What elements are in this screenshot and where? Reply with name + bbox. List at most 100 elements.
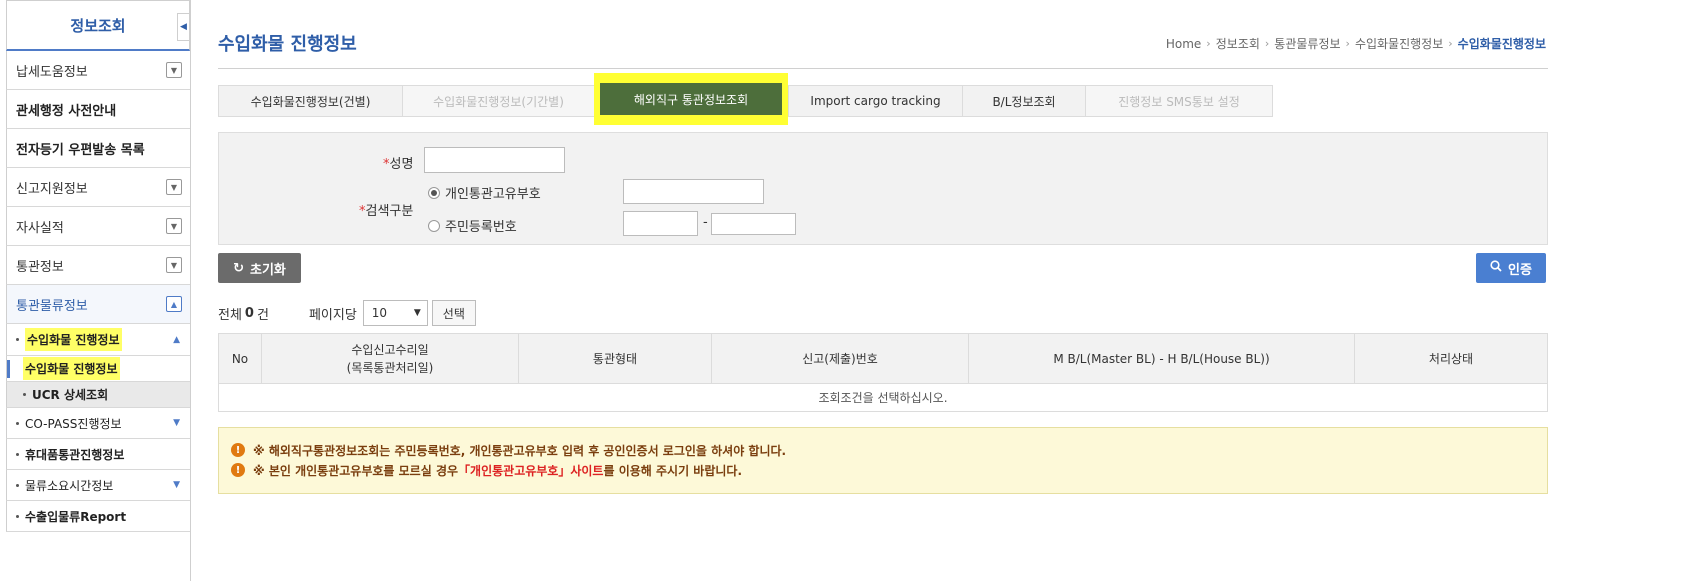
tab-label: 수입화물진행정보(기간별) <box>433 94 564 109</box>
col-declaration-no: 신고(제출)번호 <box>711 333 969 384</box>
chevron-up-icon[interactable]: ▲ <box>166 296 182 312</box>
breadcrumb-item[interactable]: 통관물류정보 <box>1274 35 1340 52</box>
bullet-icon <box>16 338 19 341</box>
sidebar-item-customs-guide[interactable]: 관세행정 사전안내 <box>6 90 190 129</box>
radio-unchecked-icon[interactable] <box>428 219 440 232</box>
notice-text: 를 이용해 주시기 바랍니다. <box>603 463 743 478</box>
sidebar-sub-report[interactable]: 수출입물류Report <box>6 501 190 532</box>
breadcrumb-item[interactable]: 수입화물진행정보 <box>1355 35 1443 52</box>
sidebar-item-logistics-info[interactable]: 통관물류정보 ▲ <box>6 285 190 324</box>
radio-label: 주민등록번호 <box>445 220 517 235</box>
per-page-value: 10 <box>371 306 388 320</box>
auth-button[interactable]: 인증 <box>1476 253 1546 283</box>
sidebar-item-tax-help[interactable]: 납세도움정보 ▼ <box>6 51 190 90</box>
sidebar-sub-logistics-time[interactable]: 물류소요시간정보 ▼ <box>6 470 190 501</box>
col-status: 처리상태 <box>1354 333 1548 384</box>
chevron-down-icon[interactable]: ▼ <box>166 179 182 195</box>
sidebar-sub-label: 수입화물 진행정보 <box>25 328 122 351</box>
breadcrumb-home[interactable]: Home <box>1166 37 1201 51</box>
sidebar-item-label: 통관물류정보 <box>16 298 88 314</box>
sidebar-sub-label: 수출입물류Report <box>25 509 127 524</box>
reset-button[interactable]: ↻ 초기화 <box>218 253 301 283</box>
reset-button-label: 초기화 <box>250 262 286 278</box>
chevron-down-icon[interactable]: ▼ <box>166 62 182 78</box>
chevron-right-icon: › <box>1448 37 1453 50</box>
sidebar-item-registered-mail[interactable]: 전자등기 우편발송 목록 <box>6 129 190 168</box>
result-table: No 수입신고수리일 (목록통관처리일) 통관형태 신고(제출)번호 M B/L… <box>218 333 1548 412</box>
radio-checked-icon[interactable] <box>428 186 440 199</box>
name-input[interactable] <box>424 147 565 173</box>
bullet-icon <box>23 393 26 396</box>
notice-line-1: ! ※ 해외직구통관정보조회는 주민등록번호, 개인통관고유부호 입력 후 공인… <box>231 440 1535 460</box>
tab-sms-settings[interactable]: 진행정보 SMS통보 설정 <box>1085 85 1273 117</box>
auth-button-label: 인증 <box>1508 262 1532 278</box>
breadcrumb-item[interactable]: 정보조회 <box>1216 35 1260 52</box>
exclamation-icon: ! <box>231 443 245 457</box>
sidebar-sub-label: 물류소요시간정보 <box>25 478 114 493</box>
radio-resident-no[interactable]: 주민등록번호 <box>428 216 517 235</box>
caret-up-icon: ▲ <box>173 334 180 345</box>
search-form: *성명 *검색구분 개인통관고유부호 주민등록번호 - <box>218 132 1548 245</box>
sidebar-item-label: 통관정보 <box>16 259 64 275</box>
resident-no-dash: - <box>703 215 708 230</box>
name-label-text: 성명 <box>389 157 414 172</box>
chevron-right-icon: › <box>1264 37 1270 50</box>
tab-label: 해외직구 통관정보조회 <box>633 92 749 107</box>
sidebar-title: 정보조회 ◀ <box>6 0 190 51</box>
tab-bl-info[interactable]: B/L정보조회 <box>962 85 1085 117</box>
sidebar-subsub-ucr[interactable]: UCR 상세조회 <box>6 382 190 408</box>
exclamation-icon: ! <box>231 463 245 477</box>
radio-label: 개인통관고유부호 <box>445 187 541 202</box>
collapse-icon[interactable]: ◀ <box>177 13 189 41</box>
col-clearance-type: 통관형태 <box>518 333 712 384</box>
sidebar-item-customs-info[interactable]: 통관정보 ▼ <box>6 246 190 285</box>
customs-id-input[interactable] <box>623 179 764 204</box>
col-bl: M B/L(Master BL) - H B/L(House BL)) <box>968 333 1355 384</box>
per-page-select[interactable]: 10 ▼ <box>362 300 428 326</box>
list-bar: 전체 0 건 페이지당 10 ▼ 선택 <box>218 300 476 326</box>
sidebar-subsub-import-cargo-active[interactable]: 수입화물 진행정보 <box>6 356 190 382</box>
tab-bar: 수입화물진행정보(건별) 수입화물진행정보(기간별) 해외직구 통관정보조회 I… <box>218 73 1273 125</box>
sidebar-sub-copass[interactable]: CO-PASS진행정보 ▼ <box>6 408 190 439</box>
tab-import-cargo-by-period[interactable]: 수입화물진행정보(기간별) <box>402 85 594 117</box>
select-button[interactable]: 선택 <box>431 300 476 326</box>
tab-label: 수입화물진행정보(건별) <box>250 94 371 109</box>
tab-import-cargo-tracking[interactable]: Import cargo tracking <box>788 85 962 117</box>
table-header-row: No 수입신고수리일 (목록통관처리일) 통관형태 신고(제출)번호 M B/L… <box>218 333 1548 384</box>
sidebar-sub-label: CO-PASS진행정보 <box>25 416 122 431</box>
search-type-label-text: 검색구분 <box>365 204 414 219</box>
resident-no-front-input[interactable] <box>623 211 698 236</box>
notice-box: ! ※ 해외직구통관정보조회는 주민등록번호, 개인통관고유부호 입력 후 공인… <box>218 427 1548 494</box>
total-count: 0 <box>244 305 254 321</box>
sidebar-item-label: 자사실적 <box>16 220 64 236</box>
tab-label: B/L정보조회 <box>992 94 1056 109</box>
chevron-down-icon[interactable]: ▼ <box>166 218 182 234</box>
sidebar-sub-carry-on[interactable]: 휴대품통관진행정보 <box>6 439 190 470</box>
chevron-down-icon[interactable]: ▼ <box>166 257 182 273</box>
sidebar-item-declaration-support[interactable]: 신고지원정보 ▼ <box>6 168 190 207</box>
total-prefix: 전체 <box>218 307 242 323</box>
tab-overseas-direct-purchase[interactable]: 해외직구 통관정보조회 <box>594 73 788 125</box>
sidebar-item-label: 납세도움정보 <box>16 64 88 80</box>
chevron-right-icon: › <box>1345 37 1350 50</box>
col-accept-date-line1: 수입신고수리일 <box>351 342 429 357</box>
col-accept-date: 수입신고수리일 (목록통관처리일) <box>261 333 519 384</box>
sidebar-sub-import-cargo[interactable]: 수입화물 진행정보 ▲ <box>6 324 190 356</box>
tab-label: 진행정보 SMS통보 설정 <box>1118 94 1240 109</box>
sidebar-subsub-label: 수입화물 진행정보 <box>23 357 120 380</box>
tab-import-cargo-by-item[interactable]: 수입화물진행정보(건별) <box>218 85 402 117</box>
name-label: *성명 <box>383 153 413 172</box>
bullet-icon <box>16 483 19 487</box>
per-page-label: 페이지당 <box>308 307 357 323</box>
customs-id-site-link[interactable]: 「개인통관고유부호」사이트 <box>458 462 603 479</box>
sidebar-item-company-record[interactable]: 자사실적 ▼ <box>6 207 190 246</box>
chevron-right-icon: › <box>1206 37 1211 50</box>
table-empty-message: 조회조건을 선택하십시오. <box>218 383 1548 412</box>
dropdown-arrow-icon: ▼ <box>413 308 421 318</box>
resident-no-back-input[interactable] <box>711 213 796 235</box>
refresh-icon: ↻ <box>233 260 244 276</box>
bullet-icon <box>16 514 19 518</box>
search-type-label: *검색구분 <box>359 200 413 219</box>
bullet-icon <box>16 452 19 456</box>
radio-customs-id[interactable]: 개인통관고유부호 <box>428 183 541 202</box>
